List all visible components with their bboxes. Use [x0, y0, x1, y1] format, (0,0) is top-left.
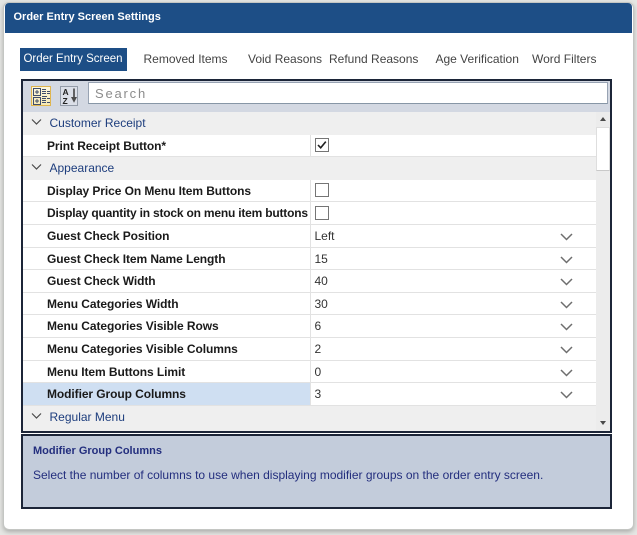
svg-text:Z: Z	[63, 96, 68, 105]
